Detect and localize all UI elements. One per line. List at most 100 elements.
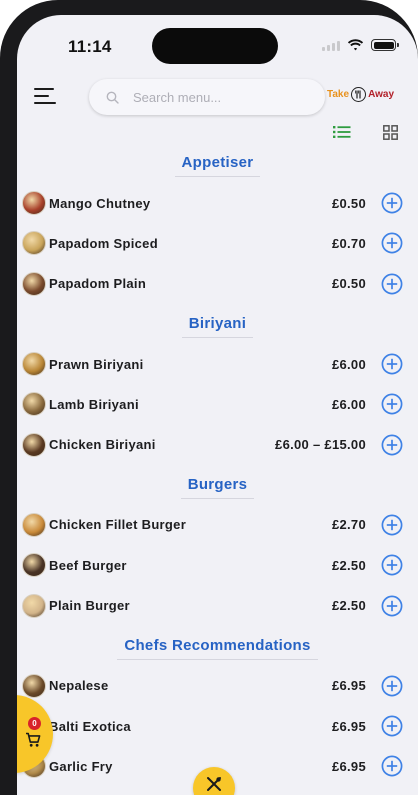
add-to-cart-button[interactable] — [381, 675, 403, 697]
add-to-cart-button[interactable] — [381, 273, 403, 295]
item-name: Lamb Biriyani — [49, 396, 139, 412]
item-name: Papadom Spiced — [49, 235, 158, 251]
food-thumbnail — [22, 512, 46, 537]
item-name: Balti Exotica — [49, 718, 131, 734]
menu-item[interactable]: Chicken Fillet Burger £2.70 — [17, 505, 418, 545]
category-title: Chefs Recommendations — [117, 637, 318, 660]
item-price: £6.95 — [331, 758, 366, 774]
item-price: £0.70 — [331, 235, 366, 251]
category-title: Biriyani — [181, 315, 254, 338]
item-price: £6.95 — [331, 678, 366, 694]
category-spacer — [17, 626, 418, 634]
app-header: Take Away — [17, 77, 418, 117]
category-title: Burgers — [180, 476, 255, 499]
category-spacer — [17, 465, 418, 473]
status-time: 11:14 — [68, 37, 112, 56]
cutlery-logo-icon — [351, 87, 367, 102]
search-icon — [106, 91, 119, 104]
menu-item[interactable]: Prawn Biriyani £6.00 — [17, 344, 418, 384]
grid-view-icon — [383, 125, 398, 140]
add-to-cart-button[interactable] — [381, 232, 403, 254]
add-circle-icon — [381, 675, 403, 697]
item-name: Plain Burger — [49, 598, 130, 614]
food-thumbnail — [22, 673, 46, 698]
add-circle-icon — [381, 755, 403, 777]
add-circle-icon — [381, 393, 403, 415]
item-name: Chicken Fillet Burger — [49, 517, 187, 533]
menu-item[interactable]: Lamb Biriyani £6.00 — [17, 384, 418, 424]
item-price: £2.50 — [331, 557, 366, 573]
food-thumbnail — [22, 553, 46, 578]
add-circle-icon — [381, 192, 403, 214]
list-view-button[interactable] — [333, 125, 353, 145]
category-header: Burgers — [17, 473, 418, 505]
item-price: £6.00 – £15.00 — [275, 437, 366, 453]
item-name: Papadom Plain — [49, 276, 147, 292]
category-header: Biriyani — [17, 312, 418, 344]
food-thumbnail — [22, 432, 46, 457]
status-icons — [322, 39, 399, 51]
status-bar: 11:14 — [17, 15, 418, 73]
add-to-cart-button[interactable] — [381, 192, 403, 214]
search-input[interactable] — [133, 89, 303, 105]
wifi-icon — [347, 39, 364, 51]
add-circle-icon — [381, 595, 403, 616]
food-thumbnail — [22, 231, 46, 256]
item-name: Prawn Biriyani — [49, 356, 144, 372]
category-spacer — [17, 304, 418, 312]
category-header: Appetiser — [17, 151, 418, 183]
cart-icon — [26, 732, 41, 747]
add-to-cart-button[interactable] — [381, 434, 403, 456]
search-box[interactable] — [89, 79, 325, 115]
menu-item[interactable]: Beef Burger £2.50 — [17, 545, 418, 585]
menu-item[interactable]: Chicken Biriyani £6.00 – £15.00 — [17, 424, 418, 464]
add-circle-icon — [381, 554, 403, 576]
add-to-cart-button[interactable] — [381, 514, 403, 536]
menu-item[interactable]: Nepalese £6.95 — [17, 666, 418, 706]
takeaway-logo: Take Away — [327, 87, 394, 102]
food-thumbnail — [22, 271, 46, 296]
item-name: Nepalese — [49, 678, 109, 694]
logo-text-take: Take — [327, 89, 350, 100]
app-screen: 11:14 Search menu... Take Away Appetiser… — [17, 15, 418, 795]
item-price: £6.00 — [331, 356, 366, 372]
menu-list: Appetiser Mango Chutney £0.50 Papadom Spice… — [17, 151, 418, 787]
food-thumbnail — [22, 593, 46, 618]
cellular-signal-icon — [322, 40, 340, 51]
battery-icon — [371, 39, 399, 51]
item-name: Garlic Fry — [49, 758, 113, 774]
cart-count-badge: 0 — [28, 717, 41, 730]
food-thumbnail — [22, 352, 46, 377]
add-circle-icon — [381, 715, 403, 737]
food-thumbnail — [22, 191, 46, 216]
menu-item[interactable]: Plain Burger £2.50 — [17, 585, 418, 625]
add-circle-icon — [381, 434, 403, 456]
item-name: Chicken Biriyani — [49, 437, 156, 453]
menu-item[interactable]: Mango Chutney £0.50 — [17, 183, 418, 223]
item-price: £0.50 — [331, 276, 366, 292]
list-view-icon — [333, 126, 351, 138]
item-price: £2.70 — [331, 517, 366, 533]
fork-knife-icon — [207, 777, 221, 791]
add-to-cart-button[interactable] — [381, 554, 403, 576]
menu-item[interactable]: Papadom Spiced £0.70 — [17, 223, 418, 263]
dynamic-island — [152, 28, 278, 64]
add-to-cart-button[interactable] — [381, 755, 403, 777]
add-to-cart-button[interactable] — [381, 353, 403, 375]
item-name: Mango Chutney — [49, 195, 151, 211]
menu-item[interactable]: Balti Exotica £6.95 — [17, 706, 418, 746]
add-to-cart-button[interactable] — [381, 393, 403, 415]
item-price: £0.50 — [331, 195, 366, 211]
phone-frame: 11:14 Search menu... Take Away Appetiser… — [0, 0, 418, 795]
item-name: Beef Burger — [49, 557, 127, 573]
item-price: £6.00 — [331, 396, 366, 412]
add-to-cart-button[interactable] — [381, 595, 403, 617]
item-price: £6.95 — [331, 718, 366, 734]
add-circle-icon — [381, 232, 403, 254]
add-to-cart-button[interactable] — [381, 715, 403, 737]
add-circle-icon — [381, 353, 403, 375]
hamburger-menu-button[interactable] — [34, 85, 58, 107]
grid-view-button[interactable] — [383, 125, 403, 145]
add-circle-icon — [381, 273, 403, 295]
menu-item[interactable]: Papadom Plain £0.50 — [17, 264, 418, 304]
